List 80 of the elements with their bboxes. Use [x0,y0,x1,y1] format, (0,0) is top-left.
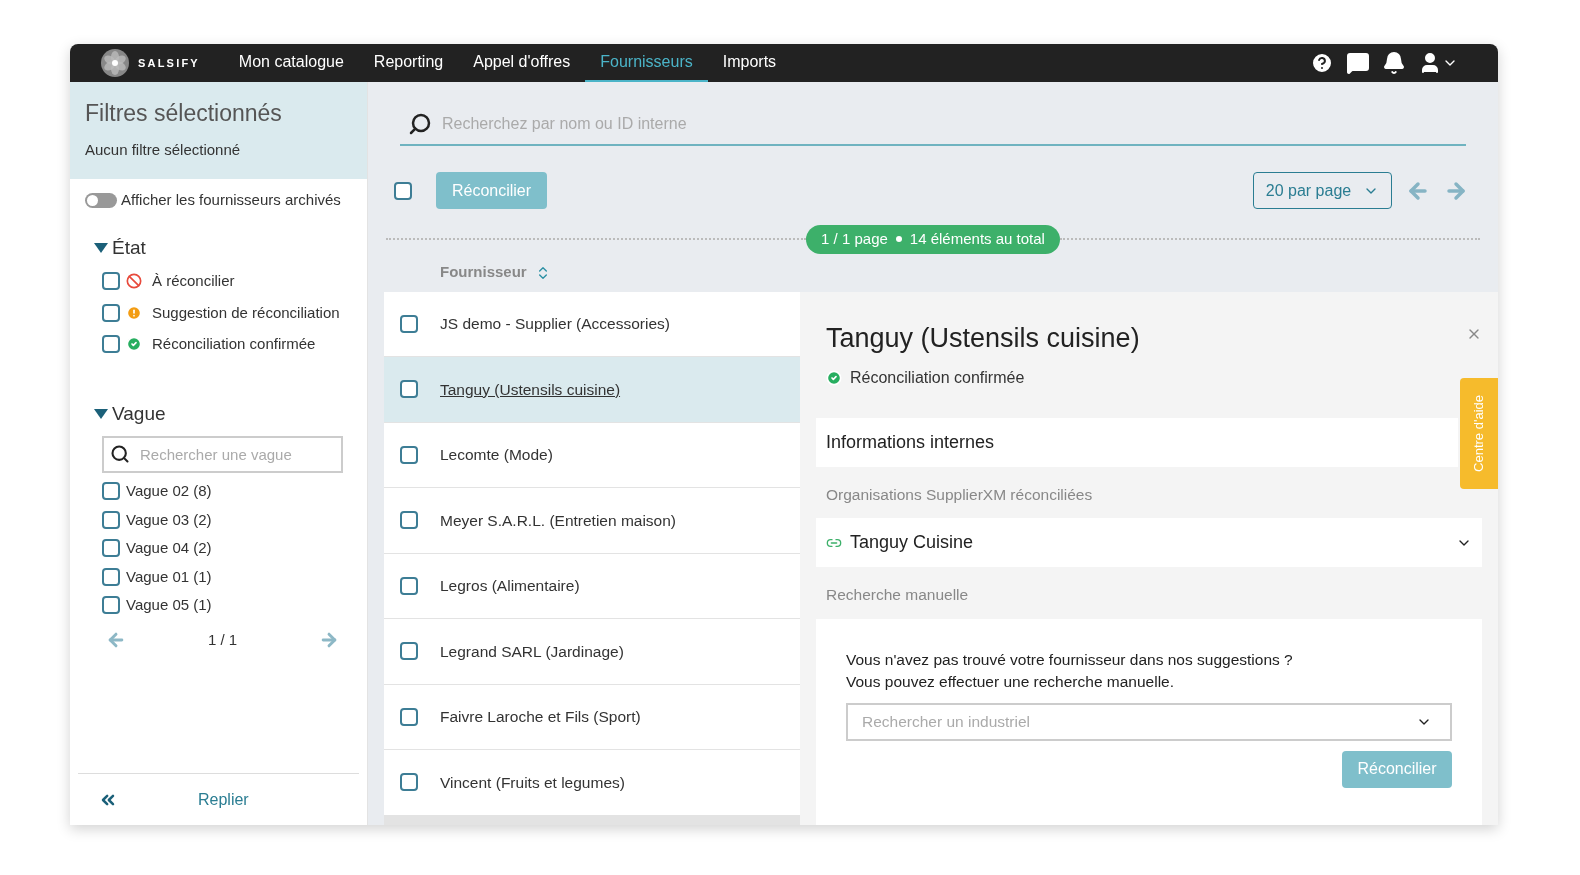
summary-pill: 1 / 1 page 14 éléments au total [806,225,1060,254]
supplier-row[interactable]: Meyer S.A.R.L. (Entretien maison) [384,488,800,553]
filter-label: Réconciliation confirmée [152,334,316,354]
checkbox[interactable] [102,567,120,586]
supplier-name: Legrand SARL (Jardinage) [440,641,624,662]
checkbox[interactable] [400,380,418,399]
nav-tab[interactable]: Mon catalogue [223,44,359,82]
filter-label: Vague 01 (1) [126,566,212,587]
supplier-name: Lecomte (Mode) [440,445,553,466]
manual-search-text: Vous n'avez pas trouvé votre fournisseur dans nos suggestions ? [846,649,1294,670]
checkbox[interactable] [102,335,120,354]
checkbox[interactable] [102,303,120,322]
flower-logo-icon [100,48,130,78]
chat-icon[interactable] [1346,51,1370,75]
checkbox[interactable] [102,539,120,558]
logo-text: SALSIFY [138,55,200,71]
pagination-text: 1 / 1 [207,629,238,650]
panel-subtitle: Aucun filtre sélectionné [85,139,242,160]
supplier-row[interactable]: Legrand SARL (Jardinage) [384,619,800,684]
section-title: Vague [112,401,166,426]
manufacturer-search-dropdown[interactable]: Rechercher un industriel [846,702,1452,741]
manual-search-text: Vous pouvez effectuer une recherche manuelle. [846,671,1175,692]
supplier-search-field[interactable]: Recherchez par nom ou ID interne [400,104,1466,146]
nav-tab[interactable]: Reporting [358,44,459,82]
section-heading: Recherche manuelle [826,585,969,606]
toggle-switch[interactable] [85,192,117,208]
check-circle-icon [826,370,842,386]
checkbox[interactable] [394,181,412,200]
supplier-name: Faivre Laroche et Fils (Sport) [440,707,641,728]
filter-label: Vague 05 (1) [126,595,212,615]
help-icon[interactable] [1310,51,1334,75]
panel-title: Filtres sélectionnés [85,99,283,128]
checkbox[interactable] [400,576,418,595]
checkbox[interactable] [102,596,120,615]
supplier-row[interactable]: Lecomte (Mode) [384,422,800,487]
supplier-name: JS demo - Supplier (Accessories) [440,314,670,335]
detail-title: Tanguy (Ustensils cuisine) [826,321,1140,355]
checkbox[interactable] [400,642,418,661]
filter-label: Vague 02 (8) [126,481,212,501]
supplier-name: Legros (Alimentaire) [440,576,580,597]
supplier-row[interactable]: JS demo - Supplier (Accessories) [384,291,800,356]
supplier-row[interactable]: Vincent (Fruits et legumes) [384,750,800,815]
organization-row[interactable]: Tanguy Cuisine [816,518,1482,568]
nav-tab[interactable]: Imports [707,44,792,82]
filter-label: Vague 04 (2) [126,538,212,558]
supplier-name: Vincent (Fruits et legumes) [440,772,625,793]
checkbox[interactable] [102,510,120,529]
supplier-row[interactable]: Faivre Laroche et Fils (Sport) [384,684,800,749]
status-label: Réconciliation confirmée [850,368,1025,388]
wave-search-field[interactable]: Rechercher une vague [102,436,343,473]
filter-label: À réconcilier [152,271,235,291]
toggle-label: Afficher les fournisseurs archivés [121,190,341,210]
blocked-icon [126,273,142,290]
section-heading: Organisations SupplierXM réconciliées [826,485,1093,505]
internal-info-panel[interactable]: Informations internes [816,418,1458,467]
checkbox[interactable] [400,773,418,792]
triangle-icon[interactable] [94,408,108,419]
supplier-name: Meyer S.A.R.L. (Entretien maison) [440,510,677,531]
warning-icon [126,304,142,321]
triangle-icon[interactable] [94,242,108,253]
checkbox[interactable] [400,445,418,464]
per-page-dropdown[interactable]: 20 par page [1253,172,1392,209]
search-icon [408,112,432,136]
check-circle-icon [126,336,142,353]
nav-tab[interactable]: Appel d'offres [458,44,586,82]
organization-name: Tanguy Cuisine [850,531,974,555]
collapse-link[interactable]: Replier [198,787,249,812]
checkbox[interactable] [400,511,418,530]
filter-label: Suggestion de réconciliation [152,302,340,323]
checkbox[interactable] [102,272,120,291]
filter-label: Vague 03 (2) [126,509,212,530]
checkbox[interactable] [400,707,418,726]
notification-icon[interactable] [1382,51,1406,75]
checkbox[interactable] [102,482,120,501]
search-icon [110,444,130,464]
supplier-name: Tanguy (Ustensils cuisine) [440,379,621,400]
checkbox[interactable] [400,314,418,333]
supplier-row[interactable]: Legros (Alimentaire) [384,553,800,618]
supplier-row[interactable]: Tanguy (Ustensils cuisine) [384,357,800,422]
section-title: État [112,235,146,260]
